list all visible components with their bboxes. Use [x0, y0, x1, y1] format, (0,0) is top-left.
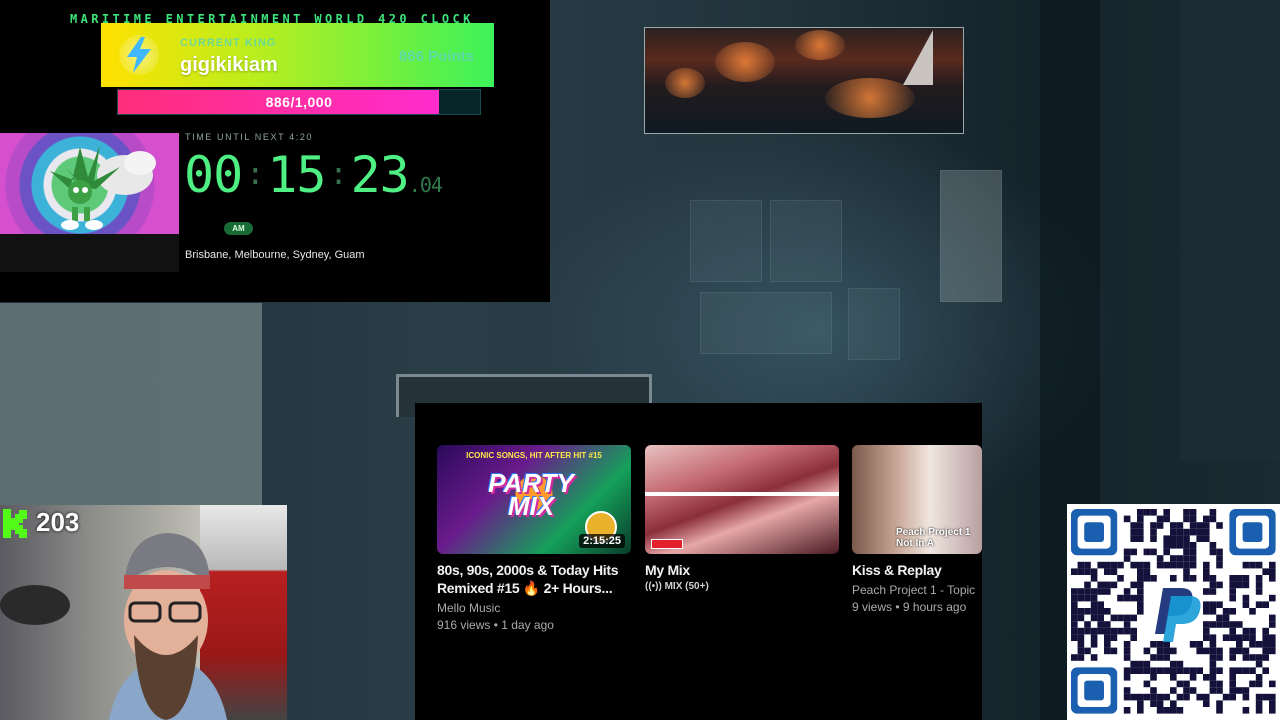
viewer-count: 203	[36, 507, 80, 537]
video-card-my-mix[interactable]: My Mix ((•)) MIX (50+)	[645, 445, 840, 592]
timezone-cities: Brisbane, Melbourne, Sydney, Guam	[185, 249, 365, 261]
countdown-hours: 00	[184, 146, 243, 204]
countdown-seconds: 23	[350, 146, 410, 204]
video-card-party-mix[interactable]: ICONIC SONGS, HIT AFTER HIT #15 PARTY MI…	[437, 445, 632, 634]
video-meta: 916 views • 1 day ago	[437, 618, 554, 632]
clock-widget: MARITIME ENTERTAINMENT WORLD 420 CLOCK C…	[0, 0, 550, 302]
video-card-kiss-replay[interactable]: Peach Project 1 Not In A Kiss & Replay P…	[852, 445, 982, 616]
channel-name[interactable]: Mello Music	[437, 600, 632, 617]
mascot-image	[0, 133, 179, 234]
video-meta: 9 views • 9 hours ago	[852, 600, 967, 614]
points-progress-bar: 886/1,000	[117, 89, 481, 115]
channel-name[interactable]: Peach Project 1 - Topic	[852, 582, 982, 599]
video-thumbnail[interactable]: Peach Project 1 Not In A	[852, 445, 982, 554]
thumbnail-title: PARTY MIX	[488, 468, 574, 521]
thumbnail-tag	[651, 539, 683, 549]
video-thumbnail[interactable]: ICONIC SONGS, HIT AFTER HIT #15 PARTY MI…	[437, 445, 631, 554]
thumbnail-band	[645, 492, 839, 496]
video-title[interactable]: My Mix	[645, 561, 840, 579]
thumbnail-text: Peach Project 1 Not In A	[896, 527, 971, 549]
video-title[interactable]: 80s, 90s, 2000s & Today Hits Remixed #15…	[437, 561, 632, 597]
current-king-name: gigikikiam	[180, 54, 278, 76]
time-until-label: TIME UNTIL NEXT 4:20	[185, 132, 314, 142]
paypal-logo-icon	[1155, 588, 1201, 642]
progress-text: 886/1,000	[265, 94, 333, 110]
ship-battle-image	[644, 27, 964, 134]
king-points: 886 Points	[398, 48, 474, 65]
colon-separator: :	[246, 157, 264, 192]
mix-badge: ((•)) MIX (50+)	[645, 581, 709, 592]
paypal-qr-code[interactable]	[1067, 504, 1280, 720]
thumbnail-caption: ICONIC SONGS, HIT AFTER HIT #15	[466, 451, 602, 460]
video-title[interactable]: Kiss & Replay	[852, 561, 982, 579]
youtube-recommendations-panel: ICONIC SONGS, HIT AFTER HIT #15 PARTY MI…	[415, 403, 982, 720]
countdown-minutes: 15	[267, 146, 326, 204]
video-duration: 2:15:25	[579, 534, 625, 548]
current-king-banner: CURRENT KING gigikikiam 886 Points	[101, 23, 494, 87]
lightning-icon	[119, 35, 159, 75]
colon-separator: :	[329, 157, 348, 192]
countdown-hundredths: .04	[408, 173, 443, 197]
ampm-badge: AM	[224, 222, 253, 235]
mascot-spacer	[0, 234, 179, 272]
video-thumbnail[interactable]	[645, 445, 839, 554]
kick-logo-icon	[3, 509, 27, 538]
current-king-label: CURRENT KING	[180, 37, 277, 49]
countdown-timer: 00:15:23.04	[184, 146, 443, 204]
